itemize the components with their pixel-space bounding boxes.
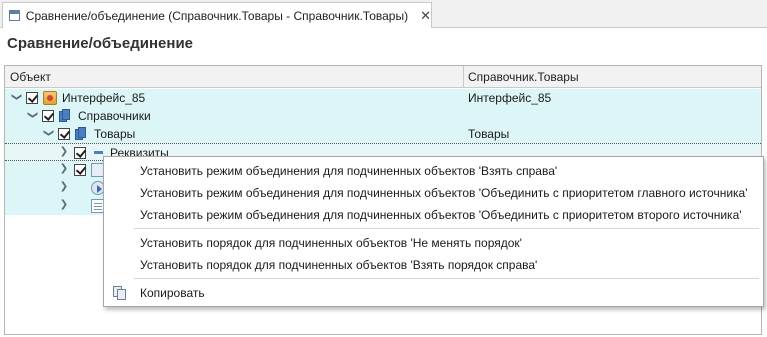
page-title: Сравнение/объединение: [7, 35, 194, 52]
row-source-value: Интерфейс_85: [468, 91, 552, 105]
menu-item-label: Установить режим объединения для подчине…: [140, 186, 748, 200]
menu-item-merge-take-right[interactable]: Установить режим объединения для подчине…: [104, 160, 763, 182]
interface-icon: [43, 91, 57, 105]
catalogs-icon: [59, 109, 73, 123]
menu-item-label: Установить порядок для подчиненных объек…: [140, 258, 538, 272]
menu-item-merge-second-priority[interactable]: Установить режим объединения для подчине…: [104, 204, 763, 226]
menu-item-label: Копировать: [140, 286, 205, 300]
menu-item-label: Установить порядок для подчиненных объек…: [140, 236, 522, 250]
column-divider[interactable]: [463, 66, 464, 88]
chevron-right-icon[interactable]: ❯: [59, 200, 69, 210]
menu-separator: [134, 278, 759, 279]
row-checkbox[interactable]: [26, 92, 38, 104]
chevron-right-icon[interactable]: ❯: [59, 182, 69, 192]
table-header: Объект Справочник.Товары: [5, 66, 761, 88]
row-object-name: Интерфейс_85: [62, 91, 146, 105]
row-checkbox[interactable]: [42, 110, 54, 122]
row-source-value: Товары: [468, 127, 510, 141]
menu-item-order-keep[interactable]: Установить порядок для подчиненных объек…: [104, 232, 763, 254]
menu-item-label: Установить режим объединения для подчине…: [140, 164, 558, 178]
menu-item-order-take-right[interactable]: Установить порядок для подчиненных объек…: [104, 254, 763, 276]
attributes-icon: [94, 151, 103, 154]
row-object-name: Товары: [94, 127, 136, 141]
chevron-right-icon[interactable]: ❯: [59, 164, 69, 174]
chevron-right-icon[interactable]: ❯: [27, 110, 38, 120]
menu-separator: [134, 228, 759, 229]
window-icon: [9, 10, 20, 21]
chevron-right-icon[interactable]: ❯: [43, 128, 54, 138]
table-row[interactable]: ❯ Товары Товары: [5, 125, 761, 143]
menu-item-label: Установить режим объединения для подчине…: [140, 208, 742, 222]
catalog-icon: [75, 127, 89, 141]
row-checkbox[interactable]: [58, 128, 70, 140]
tab-comparison[interactable]: Сравнение/объединение (Справочник.Товары…: [2, 2, 432, 28]
chevron-right-icon[interactable]: ❯: [59, 147, 69, 157]
row-checkbox[interactable]: [74, 147, 86, 159]
copy-icon: [113, 286, 127, 300]
row-checkbox[interactable]: [74, 164, 86, 176]
table-row[interactable]: ❯ Справочники: [5, 107, 761, 125]
row-object-name: Справочники: [78, 109, 151, 123]
tab-title: Сравнение/объединение (Справочник.Товары…: [25, 8, 409, 23]
context-menu: Установить режим объединения для подчине…: [103, 156, 764, 307]
column-header-object[interactable]: Объект: [10, 70, 51, 84]
menu-item-copy[interactable]: Копировать: [104, 282, 763, 304]
close-icon[interactable]: ✕: [420, 9, 431, 22]
chevron-right-icon[interactable]: ❯: [11, 92, 22, 102]
menu-item-merge-main-priority[interactable]: Установить режим объединения для подчине…: [104, 182, 763, 204]
table-row[interactable]: ❯ Интерфейс_85 Интерфейс_85: [5, 89, 761, 107]
column-header-source[interactable]: Справочник.Товары: [468, 70, 579, 84]
tab-bar: Сравнение/объединение (Справочник.Товары…: [0, 0, 767, 28]
